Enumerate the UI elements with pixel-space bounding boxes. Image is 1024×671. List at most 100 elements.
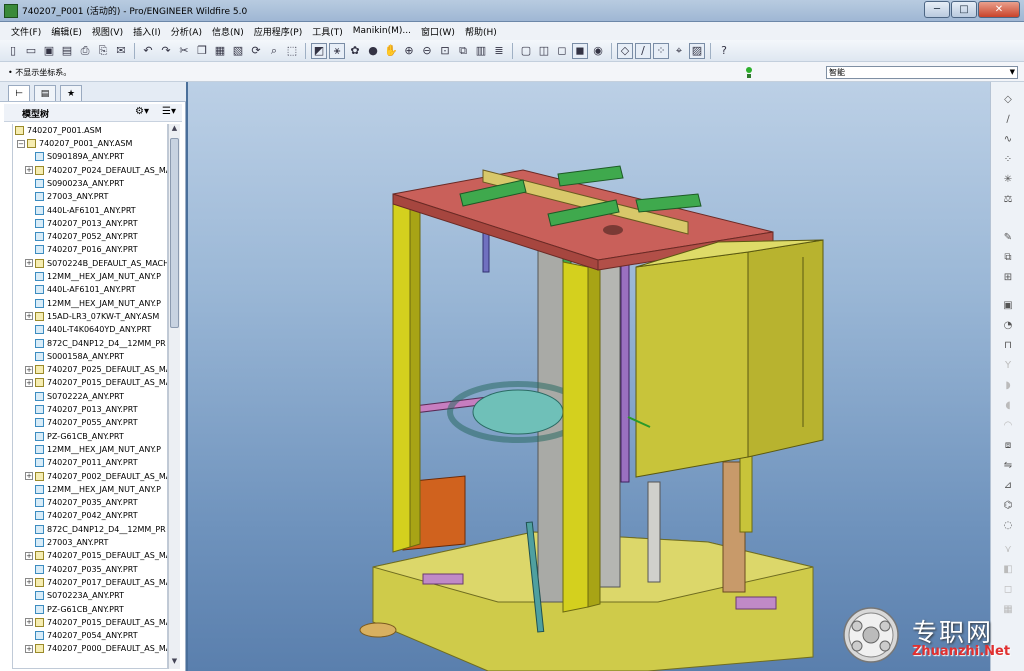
scroll-down-icon[interactable]: ▼ xyxy=(169,657,180,669)
tree-item[interactable]: +740207_P000_DEFAULT_AS_MA xyxy=(25,642,167,655)
tree-item[interactable]: 740207_P016_ANY.PRT xyxy=(25,243,138,256)
appearance-icon[interactable]: ✿ xyxy=(347,43,363,59)
tree-item[interactable]: 440L-AF6101_ANY.PRT xyxy=(25,283,136,296)
extrude-icon[interactable]: ▣ xyxy=(1000,300,1016,314)
minimize-button[interactable]: ─ xyxy=(924,1,950,18)
wireframe-icon[interactable]: ▢ xyxy=(518,43,534,59)
no-hidden-icon[interactable]: ◻ xyxy=(554,43,570,59)
offset-icon[interactable]: ◌ xyxy=(1000,520,1016,534)
tree-item[interactable]: S070222A_ANY.PRT xyxy=(25,390,124,403)
redo-icon[interactable]: ↷ xyxy=(158,43,174,59)
tree-item[interactable]: S000158A_ANY.PRT xyxy=(25,350,124,363)
context-help-icon[interactable]: ? xyxy=(716,43,732,59)
paste-special-icon[interactable]: ▧ xyxy=(230,43,246,59)
tree-item[interactable]: 12MM__HEX_JAM_NUT_ANY.P xyxy=(25,443,161,456)
analysis-feature-icon[interactable]: ⚖ xyxy=(1000,194,1016,208)
zoom-in-icon[interactable]: ⊕ xyxy=(401,43,417,59)
expand-icon[interactable]: + xyxy=(25,378,33,387)
undo-icon[interactable]: ↶ xyxy=(140,43,156,59)
sketch-icon[interactable]: ✎ xyxy=(1000,232,1016,246)
expand-icon[interactable]: + xyxy=(25,551,33,560)
expand-icon[interactable]: + xyxy=(25,365,33,374)
tree-item[interactable]: − 740207_P001_ANY.ASM xyxy=(17,137,132,150)
menu-view[interactable]: 视图(V) xyxy=(87,25,128,38)
open-folder-icon[interactable]: ▭ xyxy=(23,43,39,59)
thicken-icon[interactable]: ⋎ xyxy=(1000,544,1016,558)
coordinate-system-icon[interactable]: ✳ xyxy=(1000,174,1016,188)
new-file-icon[interactable]: ▯ xyxy=(5,43,21,59)
email-icon[interactable]: ✉ xyxy=(113,43,129,59)
tree-item[interactable]: S090023A_ANY.PRT xyxy=(25,177,124,190)
pattern-icon[interactable]: ⧈ xyxy=(1000,440,1016,454)
hidden-line-icon[interactable]: ◫ xyxy=(536,43,552,59)
regenerate-icon[interactable]: ⟳ xyxy=(248,43,264,59)
tree-scrollbar[interactable]: ▲ ▼ xyxy=(168,124,180,669)
menu-file[interactable]: 文件(F) xyxy=(6,25,46,38)
component-icon[interactable]: ⧉ xyxy=(1000,252,1016,266)
print-icon[interactable]: ⎙ xyxy=(77,43,93,59)
shading-icon[interactable]: ◼ xyxy=(572,42,588,59)
menu-analysis[interactable]: 分析(A) xyxy=(166,25,207,38)
menu-help[interactable]: 帮助(H) xyxy=(460,25,502,38)
chamfer-icon[interactable]: ◖ xyxy=(1000,400,1016,414)
tree-item[interactable]: 740207_P035_ANY.PRT xyxy=(25,496,138,509)
round-icon[interactable]: ◗ xyxy=(1000,380,1016,394)
tree-item[interactable]: 12MM__HEX_JAM_NUT_ANY.P xyxy=(25,483,161,496)
trim-icon[interactable]: ⌬ xyxy=(1000,500,1016,514)
layers-icon[interactable]: ≣ xyxy=(491,43,507,59)
tree-root[interactable]: 740207_P001.ASM xyxy=(15,124,102,137)
copy-icon[interactable]: ❐ xyxy=(194,43,210,59)
expand-icon[interactable]: + xyxy=(25,472,33,480)
tree-item[interactable]: 27003_ANY.PRT xyxy=(25,536,108,549)
tree-item[interactable]: 740207_P042_ANY.PRT xyxy=(25,509,138,522)
revolve-icon[interactable]: ◔ xyxy=(1000,320,1016,334)
tree-item[interactable]: 740207_P054_ANY.PRT xyxy=(25,629,138,642)
cut-icon[interactable]: ✂ xyxy=(176,43,192,59)
enhanced-realism-icon[interactable]: ◉ xyxy=(590,43,606,59)
tree-item[interactable]: +15AD-LR3_07KW-T_ANY.ASM xyxy=(25,310,159,323)
menu-info[interactable]: 信息(N) xyxy=(207,25,249,38)
tree-item[interactable]: S070223A_ANY.PRT xyxy=(25,589,124,602)
tree-item[interactable]: + S070224B_DEFAULT_AS_MACH xyxy=(25,257,167,270)
coordinate-systems-icon[interactable]: ⌖ xyxy=(671,43,687,59)
expand-icon[interactable]: + xyxy=(25,259,33,268)
datum-planes-icon[interactable]: ◇ xyxy=(617,42,633,59)
tree-item[interactable]: 740207_P013_ANY.PRT xyxy=(25,403,138,416)
draft-icon[interactable]: ◠ xyxy=(1000,420,1016,434)
tree-item[interactable]: +740207_P015_DEFAULT_AS_MA xyxy=(25,616,167,629)
tree-item[interactable]: S090189A_ANY.PRT xyxy=(25,150,124,163)
paste-icon[interactable]: ▦ xyxy=(212,43,228,59)
tree-item[interactable]: 740207_P013_ANY.PRT xyxy=(25,217,138,230)
tree-item[interactable]: +740207_P024_DEFAULT_AS_MA xyxy=(25,164,167,177)
tree-item[interactable]: 872C_D4NP12_D4__12MM_PR xyxy=(25,337,166,350)
selection-filter-dropdown[interactable]: 智能 ▼ xyxy=(826,66,1018,79)
tree-item[interactable]: 12MM__HEX_JAM_NUT_ANY.P xyxy=(25,270,161,283)
tab-folder-browser[interactable]: ▤ xyxy=(34,85,56,101)
sketch-curve-icon[interactable]: ∿ xyxy=(1000,134,1016,148)
create-component-icon[interactable]: ⊞ xyxy=(1000,272,1016,286)
selection-box-icon[interactable]: ⬚ xyxy=(284,43,300,59)
datum-plane-icon[interactable]: ◇ xyxy=(1000,94,1016,108)
tree-item[interactable]: +740207_P015_DEFAULT_AS_MA xyxy=(25,549,167,562)
sweep-icon[interactable]: ⊓ xyxy=(1000,340,1016,354)
tab-model-tree[interactable]: ⊢ xyxy=(8,85,30,101)
expand-icon[interactable]: + xyxy=(25,644,33,653)
quick-print-icon[interactable]: ⎘ xyxy=(95,43,111,59)
tree-item[interactable]: 740207_P052_ANY.PRT xyxy=(25,230,138,243)
datum-points-icon[interactable]: ⁘ xyxy=(653,42,669,59)
tree-show-icon[interactable]: ☰▾ xyxy=(162,106,176,117)
expand-icon[interactable]: + xyxy=(25,578,33,587)
tree-item[interactable]: PZ-G61CB_ANY.PRT xyxy=(25,603,124,616)
menu-window[interactable]: 窗口(W) xyxy=(416,25,460,38)
menu-manikin[interactable]: Manikin(M)... xyxy=(348,26,416,36)
menu-edit[interactable]: 编辑(E) xyxy=(46,25,87,38)
tree-item[interactable]: 27003_ANY.PRT xyxy=(25,190,108,203)
tree-item[interactable]: +740207_P002_DEFAULT_AS_MA xyxy=(25,470,167,483)
close-button[interactable]: ✕ xyxy=(978,1,1020,18)
tree-item[interactable]: 740207_P035_ANY.PRT xyxy=(25,563,138,576)
datum-display-icon[interactable]: ⚹ xyxy=(329,42,345,59)
hole-icon[interactable]: Y xyxy=(1000,360,1016,374)
menu-tools[interactable]: 工具(T) xyxy=(307,25,348,38)
tree-item[interactable]: 740207_P011_ANY.PRT xyxy=(25,456,138,469)
datum-axes-icon[interactable]: ∕ xyxy=(635,42,651,59)
